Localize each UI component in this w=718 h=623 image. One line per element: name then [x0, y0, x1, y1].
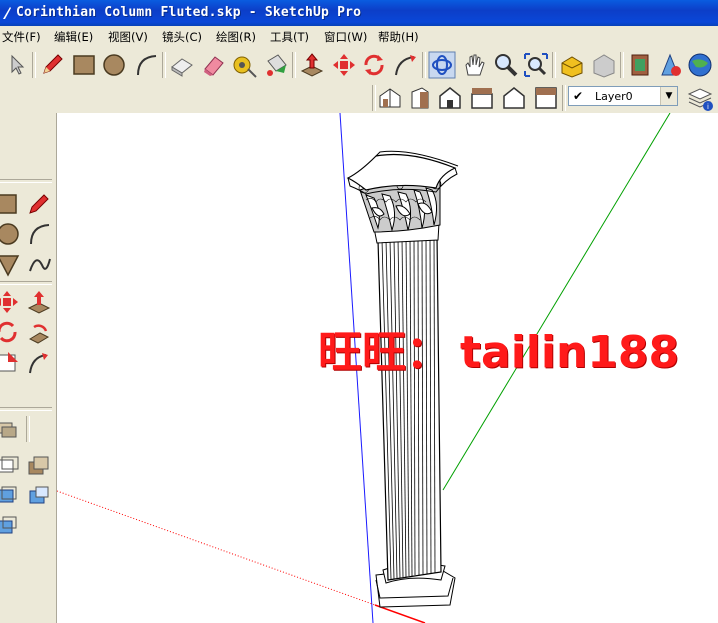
rotate-icon[interactable]: [360, 51, 388, 79]
menu-bar: 文件(F) 编辑(E) 视图(V) 镜头(C) 绘图(R) 工具(T) 窗口(W…: [0, 26, 718, 48]
pan-icon[interactable]: [460, 51, 488, 79]
toolbar-separator: [0, 179, 52, 183]
layer-visible-check-icon: ✔: [573, 89, 584, 103]
push-pull-icon[interactable]: [26, 289, 52, 315]
menu-help[interactable]: 帮助(H): [378, 29, 419, 45]
scale-icon[interactable]: [0, 349, 20, 375]
circle-icon[interactable]: [100, 51, 128, 79]
layer-dropdown[interactable]: ✔ Layer0 ▼: [568, 86, 678, 106]
back-view-icon[interactable]: [500, 84, 528, 112]
push-pull-icon[interactable]: [298, 51, 326, 79]
toolbar-separator: [0, 281, 52, 285]
follow-me-icon[interactable]: [26, 319, 52, 345]
freehand-icon[interactable]: [26, 251, 52, 277]
rectangle-icon[interactable]: [70, 51, 98, 79]
iso-view-icon[interactable]: [376, 84, 404, 112]
rectangle-icon[interactable]: [0, 191, 20, 217]
section-plane-icon[interactable]: [0, 417, 20, 443]
toolbar-separator: [562, 85, 566, 111]
arc-icon[interactable]: [26, 221, 52, 247]
move-icon[interactable]: [330, 51, 358, 79]
sketchup-logo-icon: [3, 7, 11, 19]
earth-globe-icon[interactable]: [686, 51, 714, 79]
toolbar-separator: [0, 407, 52, 411]
toolbar-separator: [620, 52, 624, 78]
xray-icon[interactable]: [0, 483, 20, 509]
chevron-down-icon[interactable]: ▼: [660, 87, 677, 105]
zoom-icon[interactable]: [492, 51, 520, 79]
green-axis: [442, 113, 671, 491]
eraser-icon[interactable]: [200, 51, 228, 79]
pencil-icon[interactable]: [38, 51, 66, 79]
red-axis: [57, 490, 376, 606]
pencil-icon[interactable]: [26, 191, 52, 217]
paint-bucket-icon[interactable]: [262, 51, 290, 79]
menu-edit[interactable]: 编辑(E): [54, 29, 93, 45]
tape-measure-icon[interactable]: [230, 51, 258, 79]
right-view-icon[interactable]: [468, 84, 496, 112]
left-toolbar: [0, 113, 57, 623]
svg-text:i: i: [707, 103, 709, 111]
watermark-text: 旺旺： tailin188: [318, 316, 679, 380]
google-earth-icon[interactable]: [656, 51, 684, 79]
current-layer-name: Layer0: [595, 90, 633, 103]
watermark-id: tailin188: [460, 327, 680, 378]
component-icon[interactable]: [0, 453, 20, 479]
arc-icon[interactable]: [132, 51, 160, 79]
toolbar-separator: [292, 52, 296, 78]
select-arrow-icon[interactable]: [2, 51, 30, 79]
model-viewport[interactable]: 旺旺： tailin188: [57, 113, 718, 623]
group-icon[interactable]: [26, 453, 52, 479]
get-models-icon[interactable]: [626, 51, 654, 79]
move-icon[interactable]: [0, 289, 20, 315]
menu-view[interactable]: 视图(V): [108, 29, 148, 45]
menu-file[interactable]: 文件(F): [2, 29, 41, 45]
left-view-icon[interactable]: [532, 84, 560, 112]
watermark-prefix: 旺旺：: [318, 327, 450, 378]
wireframe-icon[interactable]: [0, 513, 20, 539]
toolbar-separator: [422, 52, 426, 78]
share-model-icon[interactable]: [590, 51, 618, 79]
polygon-icon[interactable]: [0, 251, 20, 277]
toolbar-separator: [26, 416, 30, 442]
toolbar-separator: [32, 52, 36, 78]
top-view-icon[interactable]: [406, 84, 434, 112]
offset-icon[interactable]: [26, 349, 52, 375]
shaded-icon[interactable]: [26, 483, 52, 509]
front-view-icon[interactable]: [436, 84, 464, 112]
3d-warehouse-icon[interactable]: [558, 51, 586, 79]
menu-draw[interactable]: 绘图(R): [216, 29, 256, 45]
orbit-icon[interactable]: [428, 51, 456, 79]
layer-manager-icon[interactable]: i: [686, 84, 714, 112]
circle-icon[interactable]: [0, 221, 20, 247]
menu-tools[interactable]: 工具(T): [270, 29, 309, 45]
toolbar-separator: [552, 52, 556, 78]
toolbar-separator: [162, 52, 166, 78]
main-toolbar: [0, 47, 718, 84]
make-component-icon[interactable]: [168, 51, 196, 79]
menu-camera[interactable]: 镜头(C): [162, 29, 202, 45]
rotate-icon[interactable]: [0, 319, 20, 345]
follow-me-icon[interactable]: [392, 51, 420, 79]
menu-window[interactable]: 窗口(W): [324, 29, 367, 45]
title-bar: Corinthian Column Fluted.skp - SketchUp …: [0, 0, 718, 26]
red-axis-solid: [374, 604, 426, 623]
zoom-extents-icon[interactable]: [522, 51, 550, 79]
window-title: Corinthian Column Fluted.skp - SketchUp …: [16, 5, 362, 20]
